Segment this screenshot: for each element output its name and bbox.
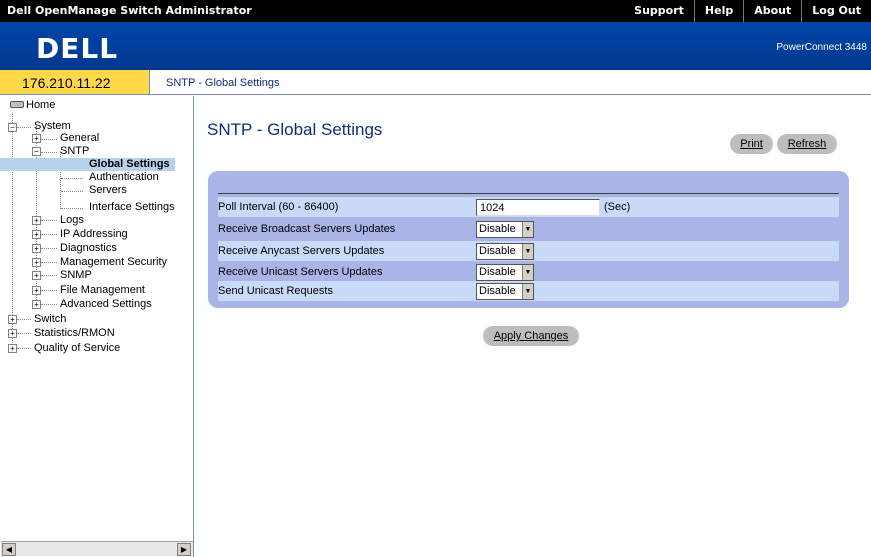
tree-item-advanced-settings[interactable]: Advanced Settings: [60, 298, 152, 311]
app-title: Dell OpenManage Switch Administrator: [7, 4, 252, 17]
anycast-select-value: Disable: [479, 245, 516, 257]
poll-interval-label: Poll Interval (60 - 86400): [218, 201, 339, 213]
panel-divider: [218, 193, 839, 194]
expand-icon[interactable]: +: [32, 230, 41, 239]
page-title: SNTP - Global Settings: [207, 120, 383, 139]
tree-item-interface-settings[interactable]: Interface Settings: [89, 201, 175, 214]
tree-item-quality-of-service[interactable]: Quality of Service: [34, 342, 120, 355]
device-ip: 176.210.11.22: [0, 70, 150, 95]
tree-item-sntp[interactable]: SNTP: [60, 145, 89, 158]
expand-icon[interactable]: +: [32, 134, 41, 143]
expand-icon[interactable]: +: [32, 271, 41, 280]
broadcast-row: Receive Broadcast Servers Updates Disabl…: [218, 219, 839, 239]
tree-item-diagnostics[interactable]: Diagnostics: [60, 242, 117, 255]
unicast-select[interactable]: Disable ▼: [476, 264, 534, 281]
breadcrumb-bar: SNTP - Global Settings: [150, 70, 871, 95]
expand-icon[interactable]: +: [32, 258, 41, 267]
tree-item-snmp[interactable]: SNMP: [60, 269, 92, 282]
broadcast-select-value: Disable: [479, 223, 516, 235]
dropdown-arrow-icon[interactable]: ▼: [522, 222, 533, 237]
top-nav: Support Help About Log Out: [624, 0, 871, 22]
home-icon: [10, 101, 24, 108]
apply-changes-button[interactable]: Apply Changes: [483, 326, 579, 346]
dropdown-arrow-icon[interactable]: ▼: [522, 244, 533, 259]
settings-panel: Poll Interval (60 - 86400) (Sec) Receive…: [208, 171, 849, 308]
logout-link[interactable]: Log Out: [801, 0, 871, 22]
print-button[interactable]: Print: [730, 134, 773, 154]
poll-interval-input[interactable]: [476, 199, 600, 216]
tree-item-switch[interactable]: Switch: [34, 313, 66, 326]
expand-icon[interactable]: +: [32, 244, 41, 253]
anycast-select[interactable]: Disable ▼: [476, 243, 534, 260]
send-unicast-row: Send Unicast Requests Disable ▼: [218, 281, 839, 301]
tree-item-logs[interactable]: Logs: [60, 214, 84, 227]
tree-item-home[interactable]: Home: [26, 99, 55, 112]
broadcast-select[interactable]: Disable ▼: [476, 221, 534, 238]
expand-icon[interactable]: +: [8, 344, 17, 353]
expand-icon[interactable]: +: [8, 315, 17, 324]
unicast-label: Receive Unicast Servers Updates: [218, 266, 383, 278]
send-unicast-select[interactable]: Disable ▼: [476, 283, 534, 300]
unicast-select-value: Disable: [479, 266, 516, 278]
refresh-button[interactable]: Refresh: [777, 134, 837, 154]
expand-icon[interactable]: +: [32, 300, 41, 309]
collapse-icon[interactable]: −: [8, 123, 17, 132]
tree-item-management-security[interactable]: Management Security: [60, 256, 167, 269]
poll-interval-unit: (Sec): [604, 201, 631, 213]
expand-icon[interactable]: +: [32, 286, 41, 295]
tree-item-servers[interactable]: Servers: [89, 184, 127, 197]
tree-item-file-management[interactable]: File Management: [60, 284, 145, 297]
nav-tree: Home − System + General − SNTP Global Se…: [0, 96, 194, 557]
unicast-row: Receive Unicast Servers Updates Disable …: [218, 262, 839, 282]
scroll-left-icon[interactable]: ◀: [2, 543, 16, 556]
tree-item-general[interactable]: General: [60, 132, 99, 145]
tree-item-global-settings[interactable]: Global Settings: [0, 158, 175, 171]
support-link[interactable]: Support: [624, 0, 694, 22]
anycast-label: Receive Anycast Servers Updates: [218, 245, 385, 257]
dropdown-arrow-icon[interactable]: ▼: [522, 265, 533, 280]
help-link[interactable]: Help: [693, 0, 743, 22]
send-unicast-label: Send Unicast Requests: [218, 285, 333, 297]
top-bar: Dell OpenManage Switch Administrator Sup…: [0, 0, 871, 22]
anycast-row: Receive Anycast Servers Updates Disable …: [218, 241, 839, 261]
tree-horizontal-scrollbar[interactable]: ◀ ▶: [1, 541, 193, 556]
collapse-icon[interactable]: −: [32, 147, 41, 156]
banner: DELL PowerConnect 3448: [0, 22, 871, 70]
tree-item-authentication[interactable]: Authentication: [89, 171, 159, 184]
scroll-right-icon[interactable]: ▶: [177, 543, 191, 556]
about-link[interactable]: About: [743, 0, 801, 22]
tree-item-ip-addressing[interactable]: IP Addressing: [60, 228, 128, 241]
expand-icon[interactable]: +: [32, 216, 41, 225]
poll-interval-row: Poll Interval (60 - 86400) (Sec): [218, 197, 839, 217]
dell-logo: DELL: [36, 32, 119, 65]
broadcast-label: Receive Broadcast Servers Updates: [218, 223, 396, 235]
send-unicast-select-value: Disable: [479, 285, 516, 297]
dropdown-arrow-icon[interactable]: ▼: [522, 284, 533, 299]
expand-icon[interactable]: +: [8, 329, 17, 338]
model-name: PowerConnect 3448: [776, 42, 867, 53]
breadcrumb: SNTP - Global Settings: [166, 77, 280, 89]
tree-item-statistics-rmon[interactable]: Statistics/RMON: [34, 327, 115, 340]
